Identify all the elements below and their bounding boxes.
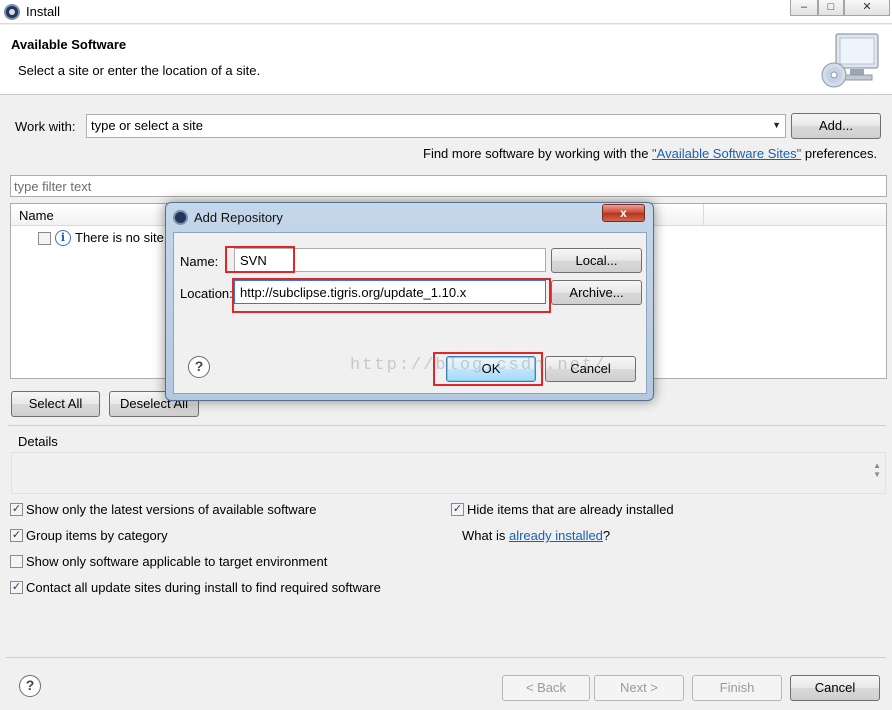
back-button[interactable]: < Back xyxy=(502,675,590,701)
watermark-text: http://blog.csdn.net/ xyxy=(350,356,607,375)
find-more-prefix: Find more software by working with the xyxy=(423,146,653,161)
filter-placeholder: type filter text xyxy=(14,179,92,194)
what-is-suffix: ? xyxy=(602,528,611,543)
group-by-category-checkbox[interactable]: ✓ xyxy=(10,529,23,542)
hide-installed-checkbox[interactable]: ✓ xyxy=(451,503,464,516)
contact-sites-checkbox[interactable]: ✓ xyxy=(10,581,23,594)
available-sites-link[interactable]: "Available Software Sites" xyxy=(652,146,801,161)
name-highlight-box xyxy=(225,246,295,273)
hide-installed-label: Hide items that are already installed xyxy=(467,502,674,517)
eclipse-icon xyxy=(173,210,188,225)
site-combo[interactable]: type or select a site ▼ xyxy=(86,114,786,138)
latest-only-checkbox[interactable]: ✓ xyxy=(10,503,23,516)
find-more-text: Find more software by working with the "… xyxy=(423,146,877,161)
target-env-checkbox[interactable] xyxy=(10,555,23,568)
local-button[interactable]: Local... xyxy=(551,248,642,273)
details-area: ▲ ▼ xyxy=(11,452,886,494)
window-titlebar: Install – □ ✕ xyxy=(0,0,892,24)
maximize-button[interactable]: □ xyxy=(818,0,844,16)
add-site-button[interactable]: Add... xyxy=(791,113,881,139)
group-by-category-label: Group items by category xyxy=(26,528,168,543)
divider xyxy=(6,657,886,658)
close-button[interactable]: ✕ xyxy=(844,0,890,16)
already-installed-link[interactable]: already installed xyxy=(509,528,603,543)
cancel-button[interactable]: Cancel xyxy=(790,675,880,701)
site-combo-value: type or select a site xyxy=(91,118,203,133)
column-name[interactable]: Name xyxy=(19,208,54,223)
column-divider xyxy=(703,204,704,226)
help-icon[interactable]: ? xyxy=(188,356,210,378)
what-is-prefix: What is xyxy=(462,528,509,543)
find-more-suffix: preferences. xyxy=(801,146,878,161)
next-button[interactable]: Next > xyxy=(594,675,684,701)
name-label: Name: xyxy=(180,254,219,269)
window-title: Install xyxy=(26,4,60,19)
wizard-banner: Available Software Select a site or ente… xyxy=(0,25,892,95)
archive-button[interactable]: Archive... xyxy=(551,280,642,305)
chevron-down-icon[interactable]: ▼ xyxy=(772,120,781,130)
divider xyxy=(8,425,886,426)
page-title: Available Software xyxy=(11,37,127,52)
help-icon[interactable]: ? xyxy=(19,675,41,697)
contact-sites-label: Contact all update sites during install … xyxy=(26,580,381,595)
minimize-button[interactable]: – xyxy=(790,0,818,16)
dialog-title: Add Repository xyxy=(194,210,283,225)
select-all-button[interactable]: Select All xyxy=(11,391,100,417)
filter-input[interactable]: type filter text xyxy=(10,175,887,197)
location-label: Location: xyxy=(180,286,233,301)
page-subtitle: Select a site or enter the location of a… xyxy=(18,63,261,78)
details-label: Details xyxy=(18,434,58,449)
scroll-arrows-icon[interactable]: ▲ ▼ xyxy=(873,461,881,479)
eclipse-icon xyxy=(4,4,20,20)
info-icon: i xyxy=(55,230,71,246)
location-highlight-box xyxy=(232,278,551,313)
what-is-installed-text: What is already installed? xyxy=(462,528,610,543)
finish-button[interactable]: Finish xyxy=(692,675,782,701)
latest-only-label: Show only the latest versions of availab… xyxy=(26,502,317,517)
monitor-cd-icon xyxy=(821,33,879,88)
tree-item-checkbox[interactable] xyxy=(38,232,51,245)
target-env-label: Show only software applicable to target … xyxy=(26,554,328,569)
workwith-label: Work with: xyxy=(15,119,76,134)
dialog-close-button[interactable]: x xyxy=(602,204,645,222)
